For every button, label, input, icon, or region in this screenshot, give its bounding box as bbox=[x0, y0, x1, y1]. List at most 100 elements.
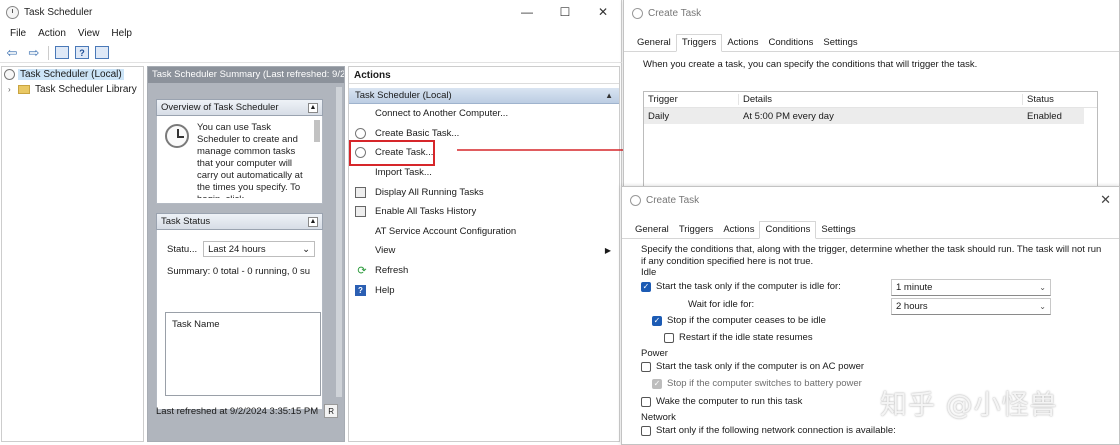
tab-settings[interactable]: Settings bbox=[816, 221, 860, 238]
maximize-button[interactable]: ☐ bbox=[546, 0, 584, 24]
action-label: AT Service Account Configuration bbox=[375, 225, 517, 237]
clock-icon bbox=[355, 127, 366, 139]
checkbox-unchecked-icon[interactable] bbox=[641, 425, 651, 436]
minimize-button[interactable]: — bbox=[508, 0, 546, 24]
task-scheduler-clock-icon bbox=[6, 5, 19, 19]
tab-actions[interactable]: Actions bbox=[722, 34, 763, 51]
collapse-icon[interactable]: ▲ bbox=[308, 216, 318, 227]
network-checkbox-row[interactable]: Start only if the following network conn… bbox=[641, 425, 896, 436]
back-arrow-icon[interactable]: ⇦ bbox=[4, 45, 20, 61]
conditions-description: Specify the conditions that, along with … bbox=[641, 244, 1102, 267]
checkbox-checked-icon[interactable]: ✓ bbox=[652, 315, 662, 326]
dialog-tabs: General Triggers Actions Conditions Sett… bbox=[624, 34, 1119, 52]
tree-item-task-scheduler-library[interactable]: › Task Scheduler Library bbox=[2, 82, 143, 97]
summary-scrollbar[interactable] bbox=[336, 87, 342, 397]
console-tree: Task Scheduler (Local) › Task Scheduler … bbox=[1, 66, 144, 442]
table-row[interactable]: Daily At 5:00 PM every day Enabled bbox=[644, 108, 1084, 124]
task-list[interactable]: Task Name bbox=[165, 312, 321, 396]
checkbox-checked-disabled-icon[interactable]: ✓ bbox=[652, 378, 662, 389]
dialog-title-bar: Create Task bbox=[624, 0, 1119, 26]
task-scheduler-clock-icon bbox=[165, 124, 189, 148]
action-label: Import Task... bbox=[375, 167, 432, 179]
last-refreshed-text: Last refreshed at 9/2/2024 3:35:15 PM bbox=[156, 405, 319, 417]
running-tasks-icon bbox=[355, 186, 366, 198]
chevron-right-icon[interactable]: › bbox=[8, 85, 18, 94]
battery-label: Stop if the computer switches to battery… bbox=[667, 378, 862, 389]
tab-triggers[interactable]: Triggers bbox=[675, 34, 723, 52]
checkbox-checked-icon[interactable]: ✓ bbox=[641, 281, 651, 292]
show-hide-action-pane-icon[interactable] bbox=[95, 46, 109, 59]
tab-general[interactable]: General bbox=[632, 34, 676, 51]
actions-group-label: Task Scheduler (Local) bbox=[355, 90, 452, 101]
ac-power-checkbox-row[interactable]: Start the task only if the computer is o… bbox=[641, 361, 864, 372]
idle-section-label: Idle bbox=[641, 267, 656, 278]
battery-checkbox-row[interactable]: ✓ Stop if the computer switches to batte… bbox=[652, 378, 862, 389]
action-label: Create Basic Task... bbox=[375, 127, 460, 139]
checkbox-unchecked-icon[interactable] bbox=[641, 396, 651, 407]
collapse-triangle-icon[interactable]: ▲ bbox=[605, 91, 613, 100]
title-bar: Task Scheduler — ☐ ✕ bbox=[0, 0, 622, 24]
action-at-service-account-configuration[interactable]: AT Service Account Configuration bbox=[349, 222, 619, 242]
status-period-select[interactable]: Last 24 hours ⌄ bbox=[203, 241, 316, 257]
task-status-group-header[interactable]: Task Status ▲ bbox=[156, 213, 323, 230]
tab-settings[interactable]: Settings bbox=[818, 34, 862, 51]
tab-triggers[interactable]: Triggers bbox=[674, 221, 719, 238]
action-display-all-running-tasks[interactable]: Display All Running Tasks bbox=[349, 182, 619, 202]
network-section-label: Network bbox=[641, 412, 676, 423]
collapse-icon[interactable]: ▲ bbox=[308, 102, 318, 113]
action-help[interactable]: ? Help bbox=[349, 280, 619, 300]
action-label: Display All Running Tasks bbox=[375, 186, 484, 198]
idle-label: Idle bbox=[641, 267, 657, 278]
forward-arrow-icon[interactable]: ⇨ bbox=[26, 45, 42, 61]
menu-file[interactable]: File bbox=[4, 26, 32, 42]
close-button[interactable]: ✕ bbox=[584, 0, 622, 24]
show-hide-console-tree-icon[interactable] bbox=[55, 46, 69, 59]
overview-text: You can use Task Scheduler to create and… bbox=[197, 122, 303, 198]
summary-pane: Task Scheduler Summary (Last refreshed: … bbox=[147, 66, 345, 442]
column-details[interactable]: Details bbox=[739, 94, 1023, 105]
folder-icon bbox=[18, 85, 30, 94]
column-trigger[interactable]: Trigger bbox=[644, 94, 739, 105]
action-view[interactable]: View ▶ bbox=[349, 241, 619, 261]
menu-help[interactable]: Help bbox=[105, 26, 138, 42]
blank-icon bbox=[355, 225, 369, 237]
menu-view[interactable]: View bbox=[72, 26, 106, 42]
ac-power-label: Start the task only if the computer is o… bbox=[656, 361, 865, 372]
tab-general[interactable]: General bbox=[630, 221, 674, 238]
menu-action[interactable]: Action bbox=[32, 26, 72, 42]
tree-item-task-scheduler-local[interactable]: Task Scheduler (Local) bbox=[2, 67, 143, 82]
checkbox-unchecked-icon[interactable] bbox=[641, 361, 651, 372]
actions-group-task-scheduler-local[interactable]: Task Scheduler (Local) ▲ bbox=[349, 88, 619, 104]
stop-idle-checkbox-row[interactable]: ✓ Stop if the computer ceases to be idle bbox=[652, 315, 826, 326]
idle-duration-value: 1 minute bbox=[896, 282, 933, 293]
wake-checkbox-row[interactable]: Wake the computer to run this task bbox=[641, 396, 802, 407]
action-connect-to-another-computer[interactable]: Connect to Another Computer... bbox=[349, 104, 619, 124]
action-enable-all-tasks-history[interactable]: Enable All Tasks History bbox=[349, 202, 619, 222]
blank-icon bbox=[355, 108, 369, 120]
checkbox-unchecked-icon[interactable] bbox=[664, 332, 674, 343]
action-label: Help bbox=[375, 284, 395, 296]
refresh-button[interactable]: R bbox=[324, 404, 339, 418]
overview-scrollbar[interactable] bbox=[314, 120, 320, 142]
status-filter-row: Statu... Last 24 hours ⌄ bbox=[167, 241, 316, 257]
column-status[interactable]: Status bbox=[1023, 94, 1083, 105]
restart-idle-checkbox-row[interactable]: Restart if the idle state resumes bbox=[664, 332, 813, 343]
action-label: Refresh bbox=[375, 265, 409, 277]
action-refresh[interactable]: ⟳ Refresh bbox=[349, 261, 619, 281]
status-period-value: Last 24 hours bbox=[208, 243, 266, 255]
tab-conditions[interactable]: Conditions bbox=[763, 34, 818, 51]
status-summary: Summary: 0 total - 0 running, 0 su bbox=[167, 266, 311, 277]
action-label: Enable All Tasks History bbox=[375, 206, 477, 218]
idle-duration-select[interactable]: 1 minute ⌄ bbox=[891, 279, 1051, 296]
dialog-close-button[interactable]: ✕ bbox=[1100, 192, 1111, 208]
submenu-arrow-icon: ▶ bbox=[604, 246, 611, 256]
tab-conditions[interactable]: Conditions bbox=[759, 221, 817, 239]
action-label: Connect to Another Computer... bbox=[375, 108, 509, 120]
window-title: Task Scheduler bbox=[24, 6, 93, 18]
task-name-column-header[interactable]: Task Name bbox=[172, 319, 220, 330]
start-idle-checkbox-row[interactable]: ✓ Start the task only if the computer is… bbox=[641, 281, 841, 292]
overview-group-header[interactable]: Overview of Task Scheduler ▲ bbox=[156, 99, 323, 116]
wait-idle-select[interactable]: 2 hours ⌄ bbox=[891, 298, 1051, 315]
tab-actions[interactable]: Actions bbox=[718, 221, 759, 238]
help-icon[interactable]: ? bbox=[75, 46, 89, 59]
